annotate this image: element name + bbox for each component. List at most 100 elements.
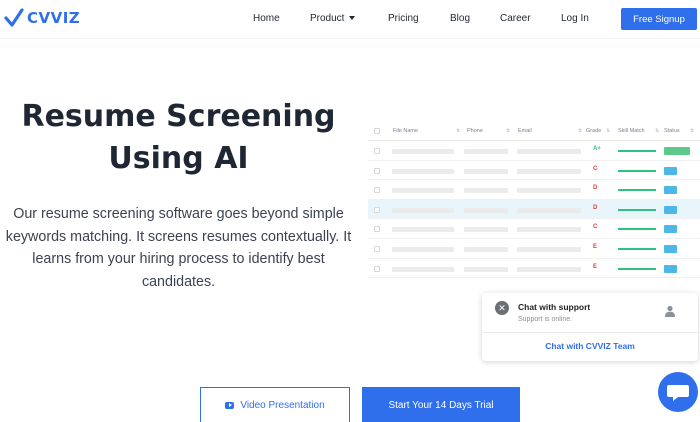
- column-header-grade: Grade: [586, 128, 602, 134]
- status-badge: [664, 166, 677, 175]
- page-title-line-2: Using AI: [108, 141, 249, 176]
- phone-placeholder: [464, 247, 508, 252]
- email-placeholder: [517, 168, 581, 174]
- column-header-file-name: File Name: [393, 128, 419, 134]
- nav-career[interactable]: Career: [500, 13, 531, 24]
- phone-placeholder: [464, 207, 508, 213]
- phone-placeholder: [464, 188, 508, 194]
- sort-icon: ⇅: [456, 128, 461, 134]
- table-header: File Name ⇅ Phone ⇅ Email ⇅ Grade ⇅ Skil…: [368, 123, 700, 141]
- skill-match-bar: [618, 248, 656, 250]
- nav-blog[interactable]: Blog: [450, 13, 470, 24]
- email-placeholder: [517, 227, 581, 233]
- row-checkbox: [374, 246, 380, 252]
- nav-pricing[interactable]: Pricing: [388, 13, 419, 24]
- grade-value: C: [593, 224, 598, 231]
- user-icon: [665, 305, 675, 317]
- column-header-phone: Phone: [467, 128, 483, 134]
- chat-title: Chat with support: [518, 302, 591, 312]
- status-badge: [664, 147, 690, 155]
- chat-status: Support is online.: [518, 316, 573, 323]
- table-row: C: [368, 219, 700, 239]
- row-checkbox: [374, 265, 380, 272]
- brand-logo[interactable]: CVVIZ: [4, 7, 80, 29]
- phone-placeholder: [464, 266, 508, 272]
- select-all-checkbox: [374, 128, 380, 134]
- file-name-placeholder: [392, 149, 454, 154]
- chevron-down-icon: [349, 16, 356, 20]
- brand-name: CVVIZ: [27, 9, 81, 27]
- grade-value: C: [593, 165, 598, 172]
- chat-divider: [482, 332, 698, 333]
- status-badge: [664, 205, 677, 214]
- table-row: D: [368, 180, 700, 200]
- nav-login[interactable]: Log In: [561, 13, 589, 24]
- table-row: E: [368, 259, 700, 279]
- row-checkbox: [374, 167, 380, 174]
- hero-description: Our resume screening software goes beyon…: [5, 206, 352, 290]
- chat-with-team-link[interactable]: Chat with CVVIZ Team: [482, 341, 698, 351]
- phone-placeholder: [464, 149, 508, 154]
- status-badge: [664, 264, 677, 273]
- check-mark-logo-icon: [4, 8, 24, 27]
- file-name-placeholder: [392, 247, 454, 252]
- grade-value: A+: [593, 146, 601, 152]
- nav-product-label: Product: [310, 13, 345, 24]
- top-navigation: CVVIZ Home Product Pricing Blog Career L…: [0, 0, 700, 38]
- sort-icon: ⇅: [690, 128, 695, 134]
- status-badge: [664, 186, 677, 195]
- email-placeholder: [517, 247, 581, 252]
- phone-placeholder: [464, 227, 508, 233]
- phone-placeholder: [464, 168, 508, 174]
- start-trial-button[interactable]: Start Your 14 Days Trial: [362, 387, 520, 422]
- skill-match-bar: [618, 208, 656, 211]
- status-badge: [664, 245, 677, 253]
- header-divider: [0, 38, 700, 48]
- row-checkbox: [374, 187, 380, 194]
- close-icon[interactable]: ✕: [495, 301, 509, 315]
- file-name-placeholder: [392, 266, 454, 272]
- video-presentation-button[interactable]: Video Presentation: [200, 387, 350, 422]
- nav-home[interactable]: Home: [253, 13, 280, 24]
- email-placeholder: [517, 149, 581, 154]
- free-signup-button[interactable]: Free Signup: [621, 8, 697, 30]
- column-header-status: Status: [664, 128, 680, 134]
- youtube-play-icon: [225, 401, 235, 409]
- file-name-placeholder: [392, 227, 454, 233]
- grade-value: E: [593, 244, 598, 250]
- file-name-placeholder: [392, 207, 454, 213]
- skill-match-bar: [618, 150, 656, 152]
- chat-bubble-icon: [667, 385, 689, 401]
- sort-icon: ⇅: [578, 128, 583, 134]
- grade-value: E: [593, 263, 598, 270]
- table-row: C: [368, 161, 700, 181]
- chat-launcher-button[interactable]: [658, 372, 698, 412]
- file-name-placeholder: [392, 188, 454, 194]
- table-row: A+: [368, 141, 700, 161]
- skill-match-bar: [618, 228, 656, 231]
- skill-match-bar: [618, 267, 656, 270]
- skill-match-bar: [618, 169, 656, 172]
- grade-value: D: [593, 204, 598, 211]
- nav-product[interactable]: Product: [310, 13, 356, 24]
- table-row: D: [368, 199, 700, 220]
- sort-icon: ⇅: [655, 128, 660, 134]
- video-presentation-label: Video Presentation: [240, 399, 325, 411]
- skill-match-bar: [618, 189, 656, 192]
- sort-icon: ⇅: [606, 128, 611, 134]
- row-checkbox: [374, 226, 380, 233]
- grade-value: D: [593, 185, 598, 192]
- chat-popup: ✕ Chat with support Support is online. C…: [482, 293, 698, 361]
- email-placeholder: [517, 207, 581, 213]
- resume-table-illustration: File Name ⇅ Phone ⇅ Email ⇅ Grade ⇅ Skil…: [368, 123, 700, 280]
- sort-icon: ⇅: [506, 128, 511, 134]
- column-header-skill-match: Skill Match: [618, 128, 645, 134]
- row-checkbox: [374, 148, 380, 154]
- column-header-email: Email: [518, 128, 532, 134]
- table-row: E: [368, 239, 700, 259]
- status-badge: [664, 225, 677, 234]
- file-name-placeholder: [392, 168, 454, 174]
- page-title-line-1: Resume Screening: [21, 99, 336, 134]
- email-placeholder: [517, 266, 581, 272]
- row-checkbox: [374, 206, 380, 213]
